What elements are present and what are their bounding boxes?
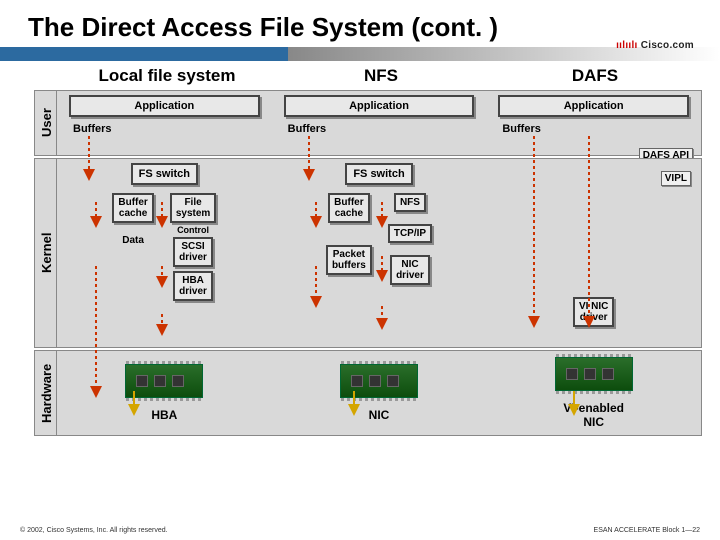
local-buffers: Buffers: [69, 121, 116, 137]
layer-label-user: User: [35, 91, 57, 155]
local-fs-switch: FS switch: [131, 163, 198, 185]
nfs-nic-driver: NIC driver: [390, 255, 430, 285]
nfs-application-box: Application: [284, 95, 475, 117]
local-control-label: Control: [177, 225, 209, 235]
local-hba-driver: HBA driver: [173, 271, 213, 301]
dafs-buffers: Buffers: [498, 121, 545, 137]
local-scsi-driver: SCSI driver: [173, 237, 213, 267]
layer-user: User Application Buffers Application Buf…: [34, 90, 702, 156]
nic-chip-icon: [340, 364, 418, 398]
hba-label: HBA: [151, 408, 177, 422]
local-data-label: Data: [122, 235, 144, 246]
layer-label-kernel: Kernel: [35, 159, 57, 347]
nfs-packet-buffers: Packet buffers: [326, 245, 372, 275]
vi-nic-label: VI-enabled NIC: [563, 401, 624, 429]
col-header-dafs: DAFS: [488, 66, 702, 86]
divider-band: [0, 47, 720, 61]
footer-copyright: © 2002, Cisco Systems, Inc. All rights r…: [20, 527, 168, 534]
layer-kernel: Kernel VIPL FS switch Buffer cache Data: [34, 158, 702, 348]
layer-label-hardware: Hardware: [35, 351, 57, 435]
local-buffer-cache: Buffer cache: [112, 193, 153, 223]
footer-slide-id: ESAN ACCELERATE Block 1—22: [594, 527, 700, 534]
slide-title: The Direct Access File System (cont. ): [0, 0, 720, 47]
nfs-nfs-box: NFS: [394, 193, 426, 212]
nfs-buffer-cache: Buffer cache: [328, 193, 369, 223]
local-application-box: Application: [69, 95, 260, 117]
cisco-logo: Cisco.com: [616, 40, 694, 51]
nic-label: NIC: [369, 408, 390, 422]
nfs-fs-switch: FS switch: [345, 163, 412, 185]
nfs-tcpip-box: TCP/IP: [388, 224, 432, 243]
hba-chip-icon: [125, 364, 203, 398]
col-header-nfs: NFS: [274, 66, 488, 86]
column-headers: Local file system NFS DAFS: [60, 66, 702, 86]
vi-nic-chip-icon: [555, 357, 633, 391]
dafs-application-box: Application: [498, 95, 689, 117]
dafs-vi-nic-driver: VI NIC driver: [573, 297, 614, 327]
nfs-buffers: Buffers: [284, 121, 331, 137]
col-header-local: Local file system: [60, 66, 274, 86]
local-file-system: File system: [170, 193, 216, 223]
layer-hardware: Hardware HBA NIC VI-enabled NIC: [34, 350, 702, 436]
